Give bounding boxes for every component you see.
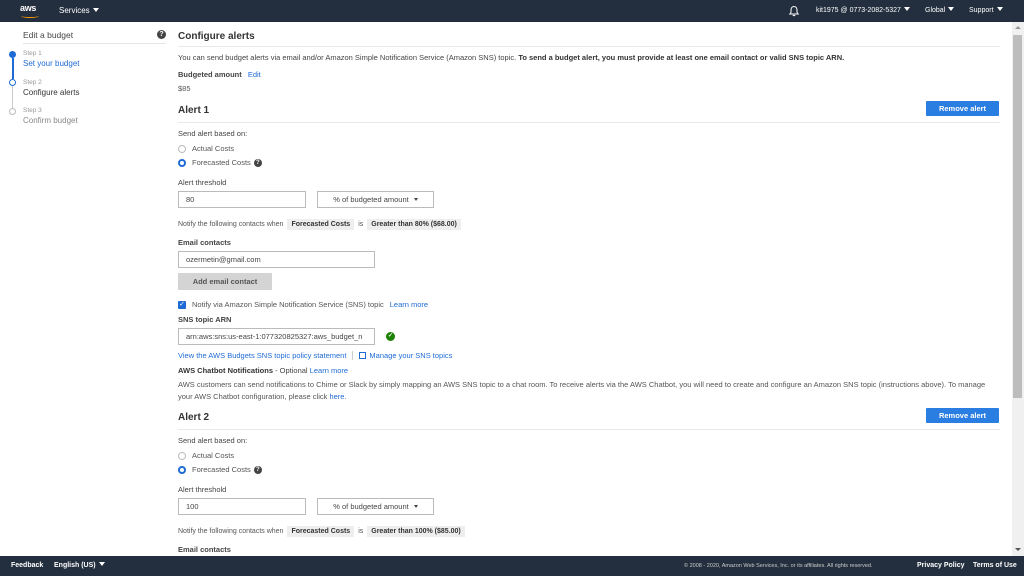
checkbox-checked-icon[interactable]: ✓: [178, 300, 186, 309]
divider: [178, 46, 1000, 47]
budgeted-amount-value: $85: [178, 84, 191, 93]
language-selector[interactable]: English (US): [54, 562, 105, 569]
valid-check-icon: ✓: [386, 332, 395, 341]
divider: [178, 429, 1000, 430]
sns-links-row: View the AWS Budgets SNS topic policy st…: [178, 351, 452, 360]
main-content: Configure alerts You can send budget ale…: [178, 22, 1000, 556]
add-email-contact-button[interactable]: Add email contact: [178, 273, 272, 290]
alert-2-threshold-unit-select[interactable]: % of budgeted amount: [317, 498, 434, 515]
step-link-set-budget[interactable]: Set your budget: [23, 59, 79, 68]
caret-down-icon: [903, 7, 910, 11]
caret-down-icon: [413, 505, 418, 508]
copyright-text: © 2008 - 2020, Amazon Web Services, Inc.…: [684, 563, 873, 569]
scroll-down-arrow-icon[interactable]: [1015, 548, 1021, 551]
alert-2-threshold-label: Alert threshold: [178, 485, 227, 494]
help-icon[interactable]: ?: [157, 30, 166, 39]
sns-policy-link[interactable]: View the AWS Budgets SNS topic policy st…: [178, 351, 346, 360]
alert-1-threshold-unit-select[interactable]: % of budgeted amount: [317, 191, 434, 208]
vertical-scrollbar[interactable]: [1012, 22, 1024, 556]
alert-1-threshold-label: Alert threshold: [178, 178, 227, 187]
caret-down-icon: [92, 8, 99, 12]
caret-down-icon: [948, 7, 955, 11]
cost-type-chip: Forecasted Costs: [287, 526, 355, 537]
notification-bell-icon[interactable]: [788, 5, 800, 17]
caret-down-icon: [98, 562, 105, 566]
services-menu[interactable]: Services: [59, 6, 99, 15]
alert-2-radio-forecasted[interactable]: Forecasted Costs?: [178, 465, 262, 474]
footer: Feedback English (US) © 2008 - 2020, Ama…: [0, 556, 1024, 576]
sns-learn-more-link[interactable]: Learn more: [390, 300, 428, 309]
alert-1-notify-summary: Notify the following contacts when Forec…: [178, 219, 465, 230]
external-link-icon: [359, 352, 367, 359]
radio-selected-icon[interactable]: [178, 465, 186, 474]
chatbot-here-link[interactable]: here: [329, 392, 344, 401]
divider: [23, 43, 166, 44]
terms-of-use-link[interactable]: Terms of Use: [973, 562, 1017, 569]
aws-smile-icon: [21, 14, 39, 18]
alert-1-based-on-label: Send alert based on:: [178, 129, 248, 138]
step-pending-icon: [9, 108, 16, 115]
step-connector: [12, 86, 13, 108]
budgeted-amount-label: Budgeted amount Edit: [178, 70, 261, 79]
wizard-step-1[interactable]: Step 1 Set your budget: [23, 50, 79, 68]
sidebar-title: Edit a budget: [23, 30, 74, 40]
step-connector: [12, 58, 14, 79]
chatbot-learn-more-link[interactable]: Learn more: [310, 366, 348, 375]
alert-2-email-label: Email contacts: [178, 545, 231, 554]
caret-down-icon: [996, 7, 1003, 11]
alert-1-radio-forecasted[interactable]: Forecasted Costs?: [178, 158, 262, 167]
radio-unselected-icon[interactable]: [178, 451, 186, 460]
remove-alert-1-button[interactable]: Remove alert: [926, 101, 999, 116]
wizard-step-3: Step 3 Confirm budget: [23, 107, 78, 125]
alert-1-radio-actual[interactable]: Actual Costs: [178, 144, 234, 153]
radio-selected-icon[interactable]: [178, 158, 186, 167]
top-navigation-bar: aws Services kit1975 @ 0773-2082-5327 Gl…: [0, 0, 1024, 22]
region-menu[interactable]: Global: [925, 7, 955, 14]
condition-chip: Greater than 80% ($68.00): [367, 219, 461, 230]
alert-1-email-label: Email contacts: [178, 238, 231, 247]
alert-1-threshold-input[interactable]: 80: [178, 191, 306, 208]
support-menu[interactable]: Support: [969, 7, 1003, 14]
condition-chip: Greater than 100% ($85.00): [367, 526, 465, 537]
manage-sns-topics-link[interactable]: Manage your SNS topics: [369, 351, 452, 360]
scroll-up-arrow-icon[interactable]: [1015, 26, 1021, 29]
chatbot-description: AWS customers can send notifications to …: [178, 380, 986, 401]
help-icon[interactable]: ?: [253, 158, 262, 167]
page-title: Configure alerts: [178, 31, 255, 42]
caret-down-icon: [413, 198, 418, 201]
alert-2-based-on-label: Send alert based on:: [178, 436, 248, 445]
privacy-policy-link[interactable]: Privacy Policy: [917, 562, 964, 569]
alert-2-notify-summary: Notify the following contacts when Forec…: [178, 526, 469, 537]
remove-alert-2-button[interactable]: Remove alert: [926, 408, 999, 423]
edit-budget-link[interactable]: Edit: [248, 70, 261, 79]
aws-logo[interactable]: aws: [20, 3, 42, 19]
step-current-icon: [9, 79, 16, 86]
divider: [352, 351, 354, 360]
account-menu[interactable]: kit1975 @ 0773-2082-5327: [816, 7, 910, 14]
alert-1-sns-checkbox-row[interactable]: ✓ Notify via Amazon Simple Notification …: [178, 300, 428, 309]
alert-2-title: Alert 2: [178, 412, 210, 423]
wizard-step-2: Step 2 Configure alerts: [23, 79, 80, 97]
sns-arn-input[interactable]: arn:aws:sns:us-east-1:077320825327:aws_b…: [178, 328, 375, 345]
step-completed-icon: [9, 51, 16, 58]
help-icon[interactable]: ?: [253, 465, 262, 474]
feedback-link[interactable]: Feedback: [11, 562, 43, 569]
cost-type-chip: Forecasted Costs: [287, 219, 355, 230]
alert-1-email-input[interactable]: ozermetin@gmail.com: [178, 251, 375, 268]
scrollbar-thumb[interactable]: [1013, 35, 1022, 398]
radio-unselected-icon[interactable]: [178, 144, 186, 153]
intro-text: You can send budget alerts via email and…: [178, 53, 845, 62]
alert-2-threshold-input[interactable]: 100: [178, 498, 306, 515]
alert-1-title: Alert 1: [178, 105, 210, 116]
divider: [178, 122, 1000, 123]
sns-arn-label: SNS topic ARN: [178, 315, 232, 324]
wizard-sidebar: Edit a budget ? Step 1 Set your budget S…: [0, 22, 170, 556]
chatbot-heading: AWS Chatbot Notifications - Optional Lea…: [178, 366, 349, 375]
alert-2-radio-actual[interactable]: Actual Costs: [178, 451, 234, 460]
